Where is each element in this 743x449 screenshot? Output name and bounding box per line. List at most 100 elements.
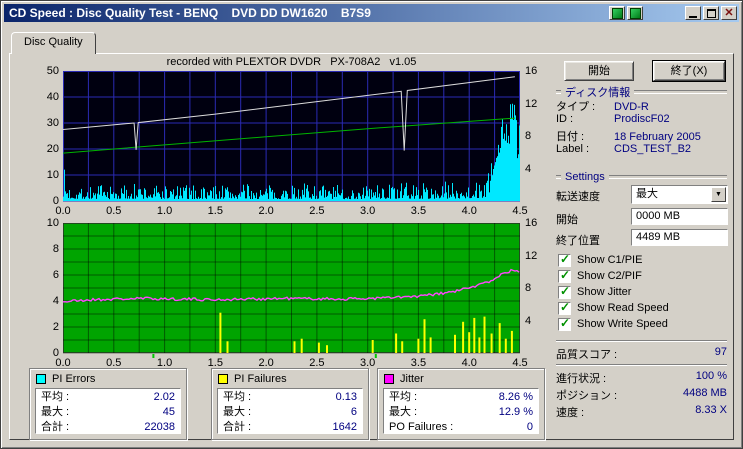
checkbox-label: Show C1/PIE xyxy=(577,254,643,266)
max-label: 最大 : xyxy=(41,406,70,418)
axis-tick-label: 16 xyxy=(525,65,538,77)
axis-tick-label: 30 xyxy=(46,117,59,129)
progress-row: 進行状況 : 100 % xyxy=(556,370,727,386)
show-option-checkbox[interactable] xyxy=(558,268,571,283)
settings-header: Settings xyxy=(556,171,727,183)
jitter-legend: Jitter xyxy=(384,373,424,385)
axis-tick-label: 1.0 xyxy=(156,205,173,217)
progress-label: 進行状況 : xyxy=(556,373,607,385)
cdspeed-green-button-2[interactable] xyxy=(627,6,643,20)
end-position-label: 終了位置 xyxy=(556,235,600,247)
axis-tick-label: 6 xyxy=(52,269,59,281)
disc-label-row: Label : CDS_TEST_B2 xyxy=(556,143,727,156)
jitter-stats-box: Jitter 平均 : 8.26 % 最大 : 12.9 % PO Failures… xyxy=(377,368,545,440)
max-label: 最大 : xyxy=(389,406,418,418)
axis-tick-label: 10 xyxy=(46,169,59,181)
pi-errors-chart: 50 40 30 20 10 0 16 12 8 4 0.0 0.5 1.0 1.5 2.0 2.5 3.0 3.… xyxy=(47,65,538,217)
axis-tick-label: 16 xyxy=(525,217,538,229)
pi-errors-title: PI Errors xyxy=(52,373,96,385)
checkbox-label: Show Write Speed xyxy=(577,318,668,330)
minimize-button[interactable] xyxy=(685,6,701,20)
show-option-checkbox[interactable] xyxy=(558,284,571,299)
close-icon: ✕ xyxy=(724,7,734,19)
show-option-checkbox[interactable] xyxy=(558,316,571,331)
axis-tick-label: 4.0 xyxy=(461,205,477,217)
show-option-checkbox[interactable] xyxy=(558,252,571,267)
transfer-speed-value: 最大 xyxy=(636,188,658,200)
max-value: 6 xyxy=(350,406,357,418)
axis-tick-label: 8 xyxy=(525,282,532,294)
dropdown-button[interactable]: ▼ xyxy=(711,187,726,202)
tab-disc-quality[interactable]: Disc Quality xyxy=(11,32,96,54)
axis-tick-label: 2.0 xyxy=(258,205,274,217)
position-label: ポジション : xyxy=(556,390,618,402)
speed-row: 速度 : 8.33 X xyxy=(556,404,727,420)
axis-tick-label: 40 xyxy=(46,91,59,103)
avg-value: 0.13 xyxy=(335,391,357,403)
avg-value: 8.26 % xyxy=(498,391,533,403)
pi-errors-swatch xyxy=(36,374,46,384)
maximize-icon xyxy=(706,8,716,18)
position-row: ポジション : 4488 MB xyxy=(556,387,727,403)
show-jitter-option[interactable]: Show Jitter xyxy=(558,284,631,299)
jitter-values: 平均 : 8.26 % 最大 : 12.9 % PO Failures : 0 xyxy=(383,388,539,434)
max-value: 45 xyxy=(162,406,175,418)
speed-label: 速度 : xyxy=(556,407,585,419)
total-value: 22038 xyxy=(144,421,175,433)
pi-failures-values: 平均 : 0.13 最大 : 6 合計 : 1642 xyxy=(217,388,363,434)
axis-tick-label: 12 xyxy=(525,249,538,262)
po-failures-label: PO Failures : xyxy=(389,421,454,433)
disc-id-row: ID : ProdiscF02 xyxy=(556,113,727,126)
disc-date-value: 18 February 2005 xyxy=(614,131,701,143)
end-position-field[interactable]: 4489 MB xyxy=(631,229,728,246)
max-value: 12.9 % xyxy=(498,406,533,418)
chart-canvas xyxy=(62,70,521,202)
start-position-label: 開始 xyxy=(556,214,578,226)
cdspeed-green-button-1[interactable] xyxy=(609,6,625,20)
axis-tick-label: 20 xyxy=(46,143,59,155)
disc-type-label: タイプ : xyxy=(556,101,596,113)
disc-id-label: ID : xyxy=(556,113,574,125)
jitter-chart: 10 8 6 4 2 0 16 12 8 4 0.0 0.5 1.0 1.5 2.0 2.5 3.0 3.5 4.0… xyxy=(47,217,538,369)
axis-tick-label: 3.0 xyxy=(360,205,376,217)
settings-title: Settings xyxy=(565,171,605,183)
axis-tick-label: 8 xyxy=(525,130,532,142)
progress-value: 100 % xyxy=(695,370,727,382)
start-position-field[interactable]: 0000 MB xyxy=(631,208,728,225)
show-option-checkbox[interactable] xyxy=(558,300,571,315)
show-write-speed-option[interactable]: Show Write Speed xyxy=(558,316,668,331)
maximize-button[interactable] xyxy=(703,6,719,20)
po-failures-value: 0 xyxy=(526,421,533,433)
pi-errors-legend: PI Errors xyxy=(36,373,95,385)
close-button[interactable]: ✕ xyxy=(721,6,737,20)
disc-date-row: 日付 : 18 February 2005 xyxy=(556,128,727,143)
disc-date-label: 日付 : xyxy=(556,131,585,143)
axis-tick-label: 4 xyxy=(525,314,532,327)
pi-failures-stats-box: PI Failures 平均 : 0.13 最大 : 6 合計 : 1642 xyxy=(211,368,369,440)
axis-tick-label: 10 xyxy=(46,217,59,229)
title-bar[interactable]: CD Speed : Disc Quality Test - BENQ DVD … xyxy=(4,4,739,22)
transfer-speed-select[interactable]: 最大 ▼ xyxy=(631,185,728,204)
speed-value: 8.33 X xyxy=(695,404,727,416)
start-button[interactable]: 開始 xyxy=(564,61,634,81)
minimize-icon xyxy=(689,16,697,18)
axis-tick-label: 4 xyxy=(52,295,59,307)
quality-score-row: 品質スコア : 97 xyxy=(556,346,727,362)
disc-type-row: タイプ : DVD-R xyxy=(556,98,727,113)
pi-failures-title: PI Failures xyxy=(234,373,287,385)
tab-label: Disc Quality xyxy=(24,36,83,48)
axis-tick-label: 12 xyxy=(525,97,538,110)
green-disc-icon xyxy=(611,7,623,19)
chart-header-text: recorded with PLEXTOR DVDR PX-708A2 v1.0… xyxy=(166,56,417,68)
axis-tick-label: 2.5 xyxy=(309,205,325,217)
show-c2-pif-option[interactable]: Show C2/PIF xyxy=(558,268,642,283)
axis-tick-label: 0.0 xyxy=(55,205,71,217)
quality-score-label: 品質スコア : xyxy=(556,349,618,361)
exit-button[interactable]: 終了(X) xyxy=(653,61,725,81)
show-read-speed-option[interactable]: Show Read Speed xyxy=(558,300,669,315)
show-c1-pie-option[interactable]: Show C1/PIE xyxy=(558,252,643,267)
axis-tick-label: 2 xyxy=(52,321,59,333)
separator xyxy=(556,364,727,366)
total-label: 合計 : xyxy=(223,421,252,433)
chart-canvas xyxy=(62,222,521,358)
